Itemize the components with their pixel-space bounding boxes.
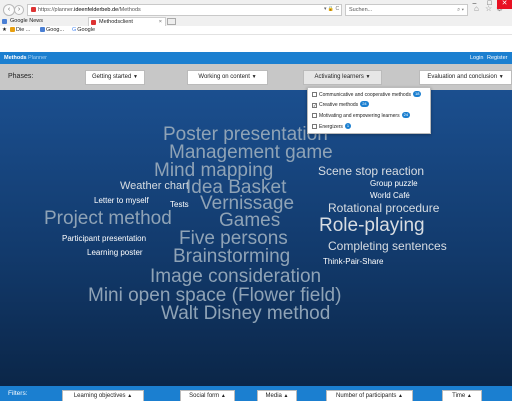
bookmark-icon — [40, 27, 45, 32]
tab-google-news[interactable]: Google News — [0, 17, 88, 26]
phase-evaluation-and-conclusion[interactable]: Evaluation and conclusion ▼ — [419, 70, 512, 85]
bookmark-star-icon[interactable]: ★ — [2, 26, 7, 35]
dropdown-item-creative[interactable]: ✓ Creative methods 24 — [312, 100, 369, 110]
phase-activating-learners[interactable]: Activating learners ▼ — [303, 70, 382, 85]
bookmark-die[interactable]: Die ... — [10, 26, 30, 35]
cloud-word[interactable]: Image consideration — [150, 267, 321, 286]
search-icon[interactable]: ⌕ ▾ — [457, 5, 464, 15]
caret-down-icon: ▼ — [251, 74, 257, 80]
minimize-icon[interactable]: – — [467, 0, 482, 9]
count-badge: 24 — [360, 101, 369, 107]
reload-icon[interactable]: ▾ 🔒 C — [324, 6, 339, 12]
forward-icon[interactable]: › — [14, 5, 24, 15]
checkbox[interactable] — [312, 92, 317, 97]
browser-tabs: Google News Methodsclient × — [0, 17, 512, 26]
search-placeholder: Suchen... — [349, 7, 373, 13]
cloud-word[interactable]: Weather chart — [120, 181, 189, 192]
checkbox[interactable] — [312, 113, 317, 118]
filter-number-of-participants[interactable]: Number of participants ▲ — [326, 390, 413, 401]
google-icon: G — [72, 27, 77, 33]
method-word-cloud: Poster presentation Management game Mind… — [0, 90, 512, 386]
caret-up-icon: ▲ — [283, 393, 289, 399]
cloud-word[interactable]: Walt Disney method — [161, 304, 330, 323]
phases-bar: Phases: Getting started ▼ Working on con… — [0, 64, 512, 90]
cloud-word[interactable]: World Café — [370, 192, 410, 200]
cloud-word[interactable]: Group puzzle — [370, 180, 418, 188]
address-bar[interactable]: https://planner.ideenfelderbeb.de/Method… — [27, 4, 342, 16]
caret-down-icon: ▼ — [365, 74, 371, 80]
methods-icon — [91, 20, 96, 25]
count-badge: 24 — [401, 112, 411, 118]
cloud-word[interactable]: Tests — [170, 201, 189, 209]
phases-label: Phases: — [8, 73, 34, 80]
bookmark-icon — [10, 27, 15, 32]
caret-down-icon: ▼ — [133, 74, 138, 80]
maximize-icon[interactable]: □ — [482, 0, 497, 9]
cloud-word[interactable]: Completing sentences — [328, 240, 447, 252]
google-news-icon — [2, 19, 7, 24]
login-link[interactable]: Login — [470, 52, 483, 64]
cloud-word[interactable]: Learning poster — [87, 249, 143, 257]
filters-bar: Filters: Learning objectives ▲ Social fo… — [0, 386, 512, 401]
activating-learners-dropdown: Communicative and cooperative methods 18 … — [307, 87, 431, 134]
phase-getting-started[interactable]: Getting started ▼ — [85, 70, 145, 85]
filters-label: Filters: — [8, 390, 28, 397]
nav-planner[interactable]: Planner — [28, 52, 47, 64]
caret-up-icon: ▲ — [398, 393, 403, 399]
url-host: ideenfelderbeb.de — [74, 7, 119, 13]
new-tab-button[interactable] — [167, 18, 176, 25]
dropdown-item-communicative[interactable]: Communicative and cooperative methods 18 — [312, 90, 422, 100]
cloud-word[interactable]: Participant presentation — [62, 235, 146, 243]
tab-methodsclient[interactable]: Methodsclient × — [88, 17, 166, 26]
caret-down-icon: ▼ — [498, 74, 504, 80]
filter-social-form[interactable]: Social form ▲ — [180, 390, 235, 401]
count-badge: 18 — [413, 91, 422, 97]
filter-time[interactable]: Time ▲ — [442, 390, 482, 401]
cloud-word[interactable]: Scene stop reaction — [318, 165, 424, 177]
cloud-word[interactable]: Think-Pair-Share — [323, 258, 383, 266]
filter-learning-objectives[interactable]: Learning objectives ▲ — [62, 390, 144, 401]
cloud-word[interactable]: Letter to myself — [94, 197, 149, 205]
count-badge: 1 — [344, 123, 352, 129]
lock-icon — [31, 7, 36, 12]
dropdown-item-motivating[interactable]: Motivating and empowering learners 24 — [312, 111, 411, 121]
browser-search-input[interactable]: Suchen... ⌕ ▾ — [345, 4, 468, 16]
checkbox[interactable] — [312, 124, 317, 129]
browser-toolbar: ‹ › https://planner.ideenfelderbeb.de/Me… — [0, 0, 512, 26]
cloud-word[interactable]: Project method — [44, 209, 172, 228]
checkbox-checked[interactable]: ✓ — [312, 103, 317, 108]
dropdown-item-energizers[interactable]: Energizers 1 — [312, 122, 352, 132]
cloud-word[interactable]: Brainstorming — [173, 247, 290, 266]
cloud-word[interactable]: Rotational procedure — [328, 202, 439, 214]
bookmark-goog[interactable]: Goog... — [40, 26, 64, 35]
bookmarks-bar: ★ Die ... Goog... GGoogle — [0, 26, 512, 35]
caret-up-icon: ▲ — [127, 393, 133, 399]
phase-working-on-content[interactable]: Working on content ▼ — [187, 70, 268, 85]
filter-media[interactable]: Media ▲ — [257, 390, 297, 401]
register-link[interactable]: Register — [487, 52, 507, 64]
url-path: /Methods — [118, 7, 141, 13]
url-prefix: https://planner. — [38, 7, 75, 13]
bookmark-google[interactable]: GGoogle — [72, 26, 95, 35]
caret-up-icon: ▲ — [466, 393, 472, 399]
caret-up-icon: ▲ — [220, 393, 226, 399]
close-icon[interactable]: ✕ — [497, 0, 512, 9]
nav-methods[interactable]: Methods — [4, 52, 27, 64]
app-header: Methods Planner Login Register — [0, 52, 512, 64]
cloud-word[interactable]: Role-playing — [319, 216, 425, 235]
